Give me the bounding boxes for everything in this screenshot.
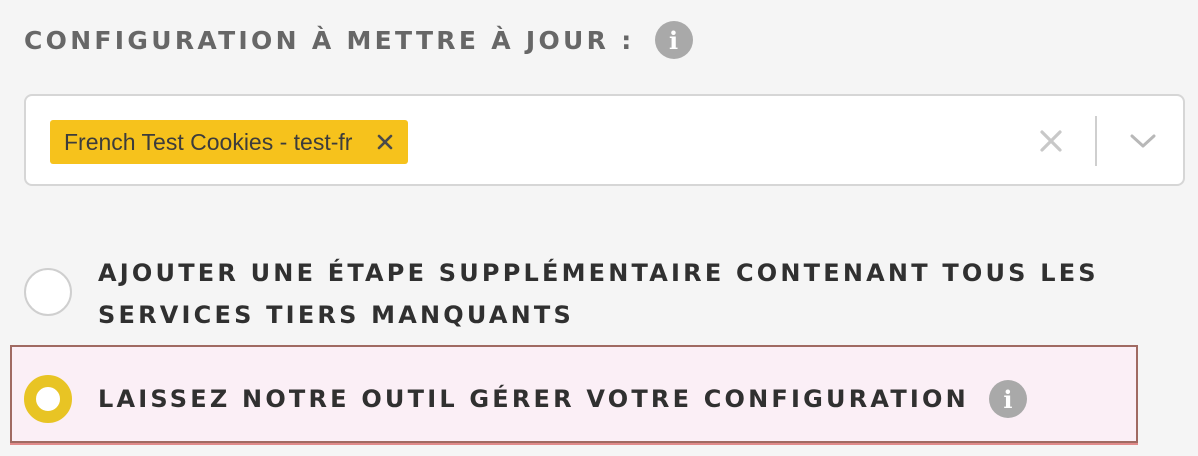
info-icon[interactable]: i bbox=[654, 21, 693, 59]
selected-config-chip: French Test Cookies - test-fr bbox=[50, 120, 409, 164]
select-divider bbox=[1095, 116, 1097, 166]
option-add-extra-step[interactable]: AJOUTER UNE ÉTAPE SUPPLÉMENTAIRE CONTENA… bbox=[24, 252, 1178, 336]
chevron-down-icon[interactable] bbox=[1128, 130, 1158, 152]
config-section-header: CONFIGURATION À METTRE À JOUR : i bbox=[24, 21, 693, 59]
option-let-tool-manage[interactable]: LAISSEZ NOTRE OUTIL GÉRER VOTRE CONFIGUR… bbox=[24, 375, 1027, 423]
radio-add-extra-step[interactable] bbox=[24, 268, 72, 316]
info-icon[interactable]: i bbox=[988, 380, 1027, 418]
config-section-title: CONFIGURATION À METTRE À JOUR : bbox=[24, 25, 635, 55]
clear-selection-icon[interactable] bbox=[1038, 128, 1064, 154]
radio-let-tool-manage[interactable] bbox=[24, 375, 72, 423]
config-multiselect[interactable]: French Test Cookies - test-fr bbox=[24, 94, 1185, 186]
option-let-tool-manage-label: LAISSEZ NOTRE OUTIL GÉRER VOTRE CONFIGUR… bbox=[98, 385, 969, 413]
chip-label: French Test Cookies - test-fr bbox=[64, 128, 353, 155]
option-add-extra-step-label: AJOUTER UNE ÉTAPE SUPPLÉMENTAIRE CONTENA… bbox=[98, 259, 1099, 329]
chip-remove-icon[interactable] bbox=[376, 133, 394, 151]
